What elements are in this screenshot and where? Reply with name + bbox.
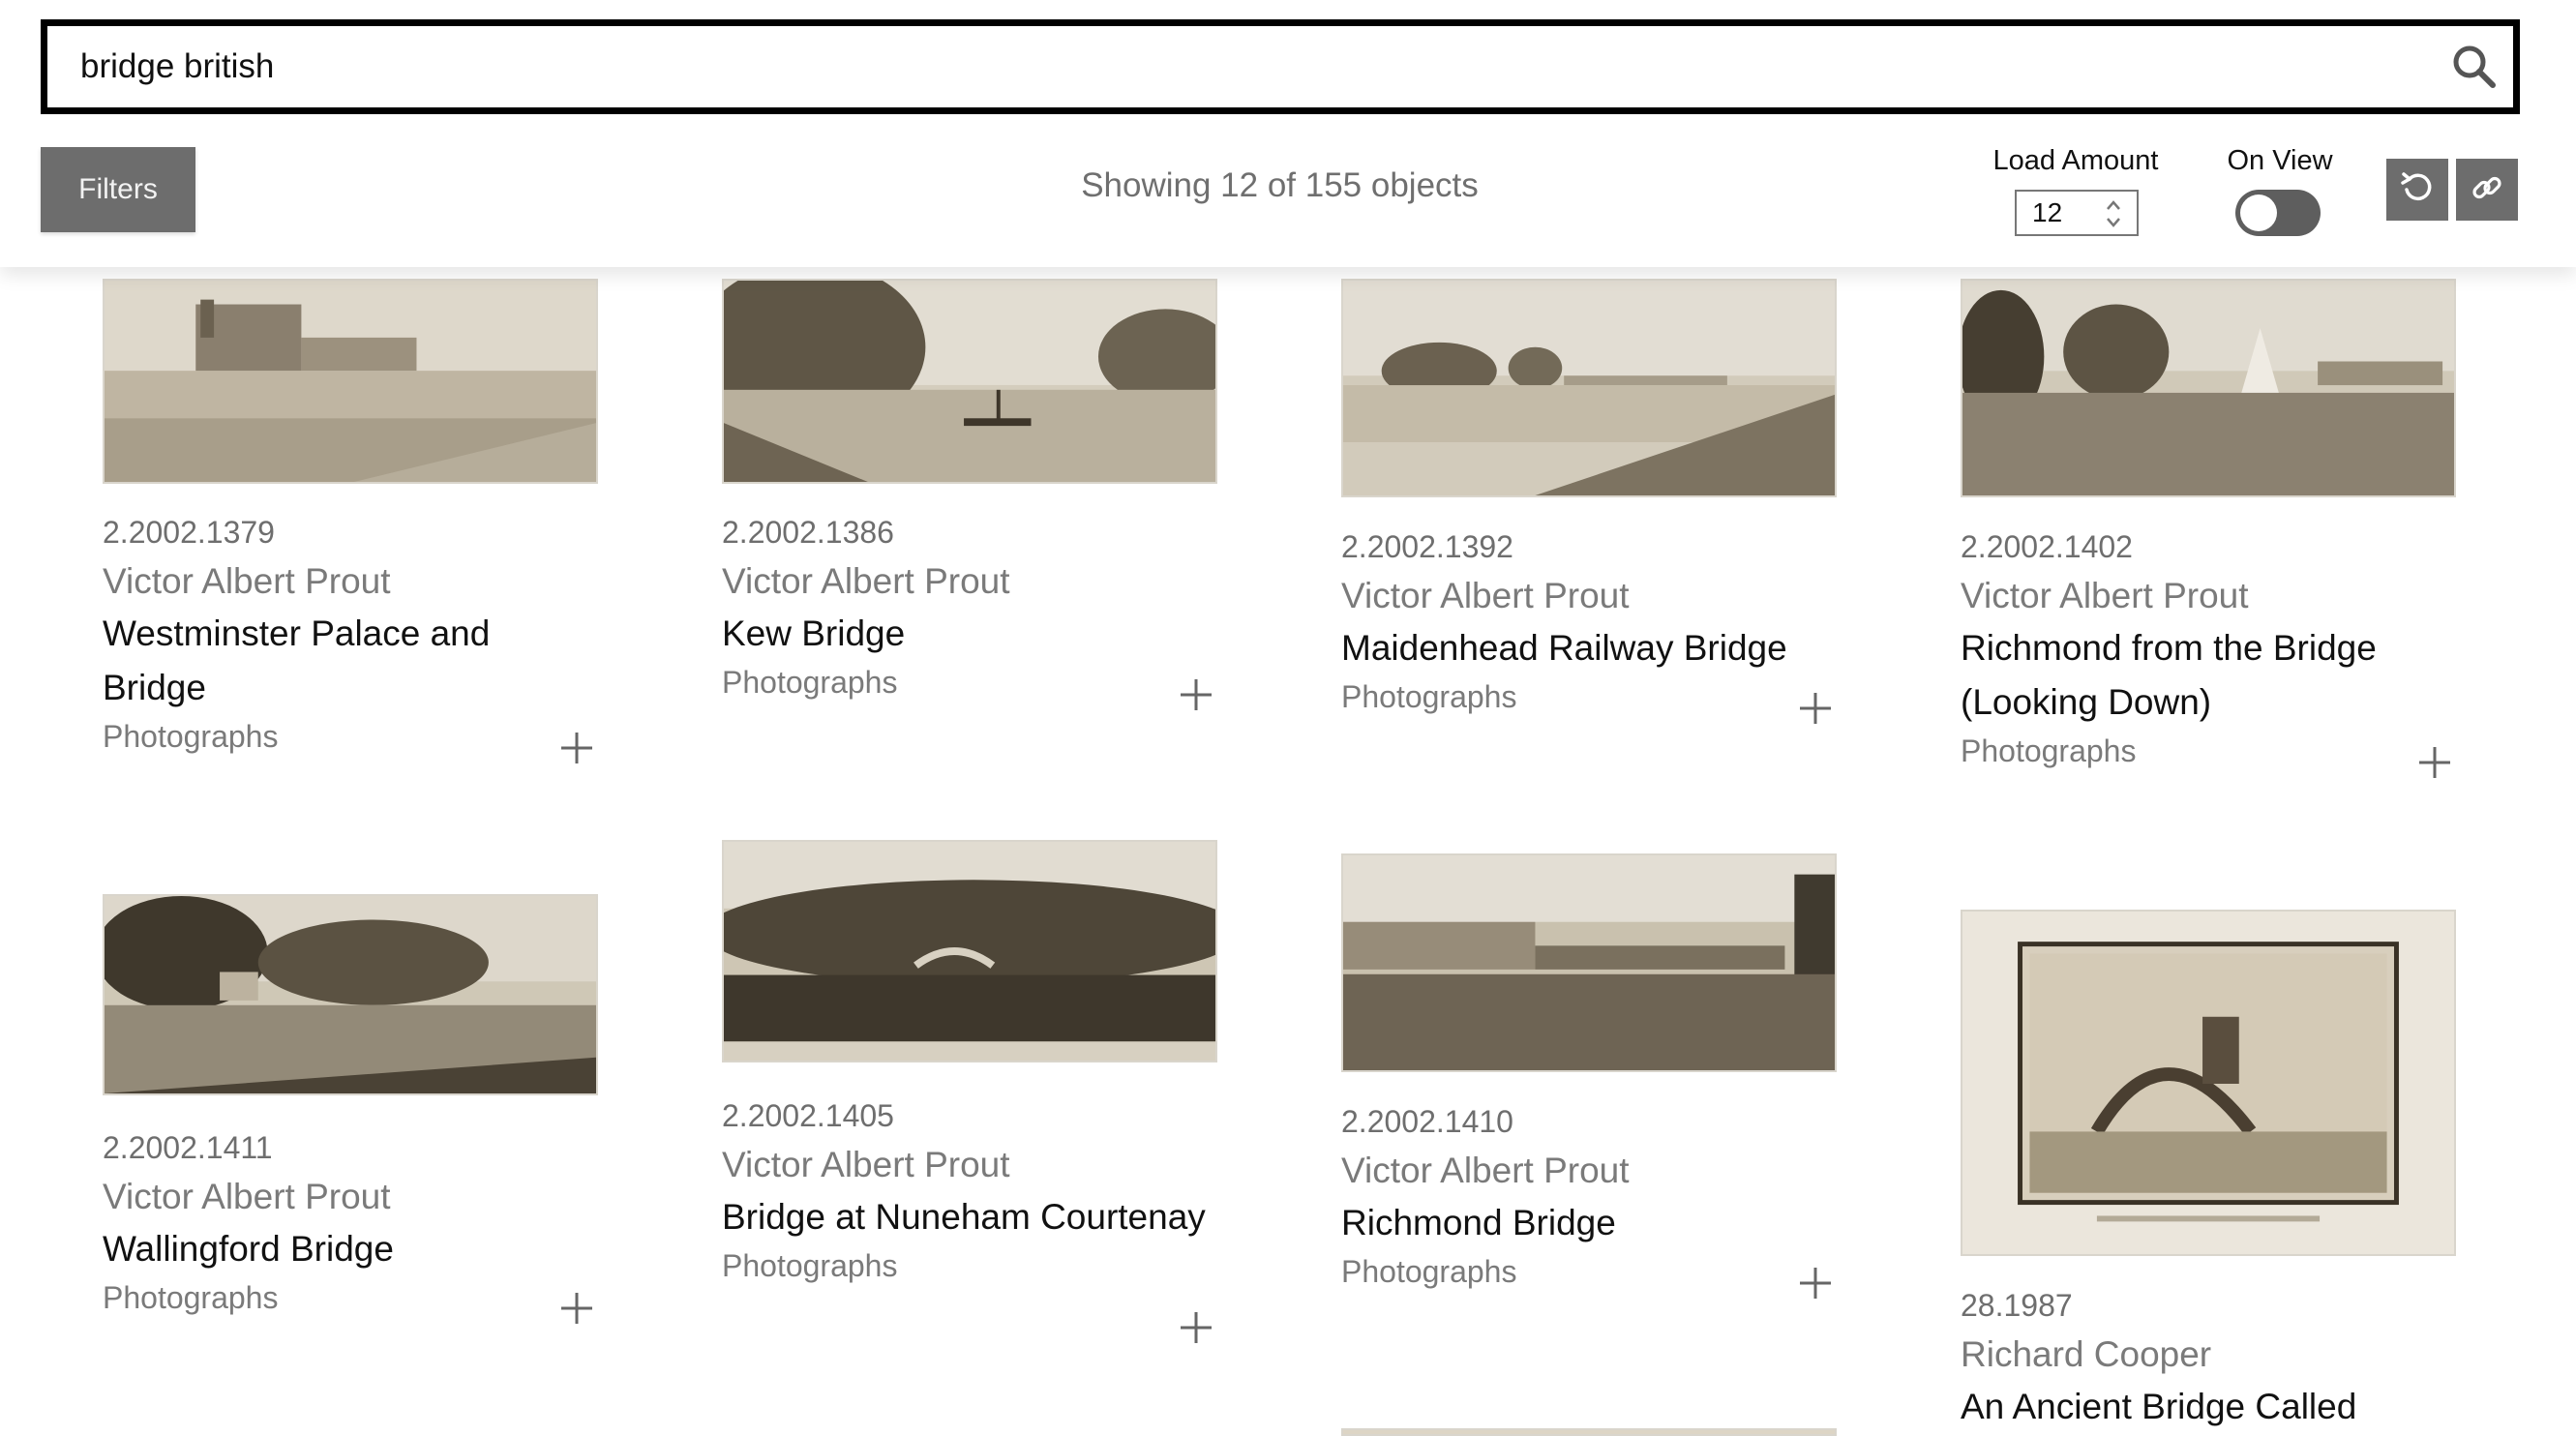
result-meta: 2.2002.1386 Victor Albert Prout Kew Brid… [722,514,1217,703]
result-meta: 2.2002.1392 Victor Albert Prout Maidenhe… [1341,528,1837,718]
reset-icon [2398,168,2437,212]
search-input[interactable] [78,26,2401,107]
plus-icon[interactable] [1177,675,1215,714]
object-title[interactable]: Richmond from the Bridge (Looking Down) [1961,621,2456,730]
accession-number: 2.2002.1402 [1961,529,2133,564]
result-meta: 2.2002.1405 Victor Albert Prout Bridge a… [722,1097,1217,1287]
toolbar-header: Filters Showing 12 of 155 objects Load A… [0,0,2576,267]
artist-name: Victor Albert Prout [1961,576,2249,615]
result-meta: 2.2002.1411 Victor Albert Prout Wallingf… [103,1129,598,1319]
load-amount-stepper[interactable]: 12 [2015,190,2139,236]
load-amount-label: Load Amount [1992,145,2159,176]
accession-number: 2.2002.1379 [103,515,275,550]
accession-number: 2.2002.1386 [722,515,894,550]
accession-number: 28.1987 [1961,1288,2073,1323]
on-view-toggle[interactable] [2235,190,2321,236]
result-meta: 2.2002.1410 Victor Albert Prout Richmond… [1341,1103,1837,1293]
reset-button[interactable] [2386,159,2448,221]
search-icon[interactable] [2449,42,2500,92]
results-count: Showing 12 of 155 objects [1081,166,1479,204]
accession-number: 2.2002.1410 [1341,1104,1513,1139]
object-title[interactable]: Westminster Palace and Bridge [103,607,598,715]
result-thumbnail[interactable] [722,279,1217,484]
object-category: Photographs [722,665,898,700]
artist-name: Victor Albert Prout [722,561,1010,601]
object-category: Photographs [1341,679,1517,714]
accession-number: 2.2002.1405 [722,1098,894,1133]
artist-name: Victor Albert Prout [1341,576,1630,615]
result-thumbnail[interactable] [103,279,598,484]
result-meta: 28.1987 Richard Cooper An Ancient Bridge… [1961,1287,2456,1434]
artist-name: Victor Albert Prout [722,1145,1010,1184]
accession-number: 2.2002.1392 [1341,529,1513,564]
object-title[interactable]: Bridge at Nuneham Courtenay [722,1190,1217,1244]
plus-icon[interactable] [557,1289,596,1328]
artist-name: Victor Albert Prout [103,561,391,601]
result-thumbnail[interactable] [722,840,1217,1062]
plus-icon[interactable] [1796,1264,1835,1302]
plus-icon[interactable] [1177,1308,1215,1347]
artist-name: Victor Albert Prout [103,1177,391,1216]
result-thumbnail[interactable] [1961,910,2456,1256]
object-category: Photographs [103,1280,279,1315]
load-amount-value: 12 [2032,197,2063,227]
result-thumbnail[interactable] [1341,1428,1837,1436]
copy-link-button[interactable] [2456,159,2518,221]
object-title[interactable]: An Ancient Bridge Called [1961,1380,2456,1434]
plus-icon[interactable] [2415,743,2454,782]
object-title[interactable]: Richmond Bridge [1341,1196,1837,1250]
link-icon [2468,168,2506,212]
object-category: Photographs [1961,733,2137,768]
object-title[interactable]: Maidenhead Railway Bridge [1341,621,1837,675]
result-thumbnail[interactable] [103,894,598,1095]
result-thumbnail[interactable] [1341,853,1837,1072]
object-category: Photographs [103,719,279,754]
object-category: Photographs [1341,1254,1517,1289]
result-meta: 2.2002.1402 Victor Albert Prout Richmond… [1961,528,2456,772]
on-view-label: On View [2227,145,2333,176]
result-thumbnail[interactable] [1341,279,1837,497]
toggle-knob [2240,194,2277,231]
artist-name: Victor Albert Prout [1341,1151,1630,1190]
object-category: Photographs [722,1248,898,1283]
plus-icon[interactable] [1796,689,1835,728]
accession-number: 2.2002.1411 [103,1130,273,1165]
object-title[interactable]: Wallingford Bridge [103,1222,598,1276]
stepper-arrows-icon[interactable] [2104,196,2123,231]
filters-button[interactable]: Filters [41,147,195,232]
object-title[interactable]: Kew Bridge [722,607,1217,661]
artist-name: Richard Cooper [1961,1334,2212,1374]
result-meta: 2.2002.1379 Victor Albert Prout Westmins… [103,514,598,758]
plus-icon[interactable] [557,729,596,767]
result-thumbnail[interactable] [1961,279,2456,497]
search-box[interactable] [41,19,2520,114]
